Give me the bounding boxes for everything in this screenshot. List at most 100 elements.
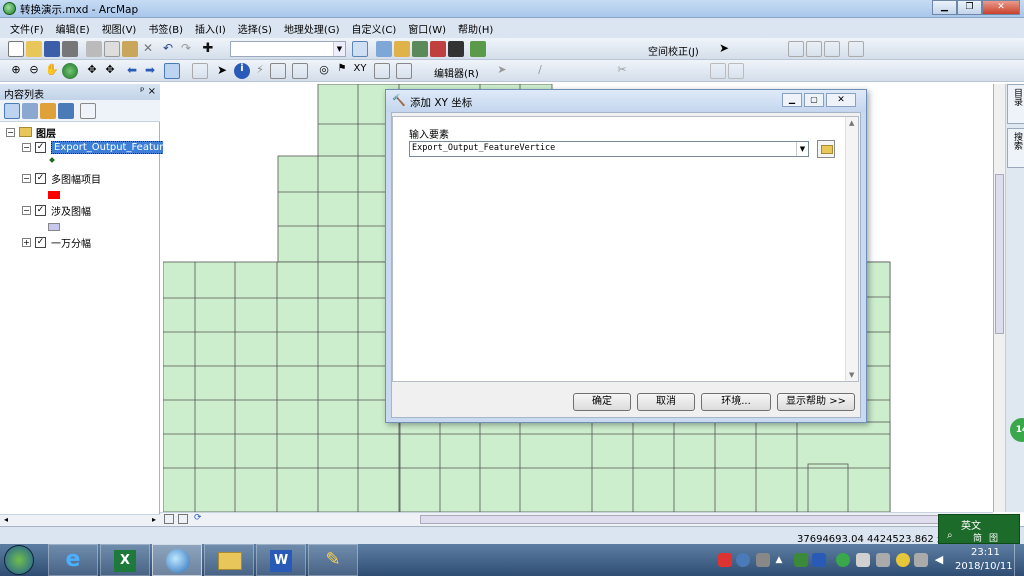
menu-geoprocessing[interactable]: 地理处理(G) <box>278 21 346 36</box>
explorer-taskbar-button[interactable] <box>204 544 254 576</box>
menu-file[interactable]: 文件(F) <box>4 21 50 36</box>
undo-icon[interactable]: ↶ <box>160 41 176 57</box>
menu-edit[interactable]: 编辑(E) <box>50 21 96 36</box>
clock-date[interactable]: 2018/10/11 <box>955 561 1013 572</box>
menu-help[interactable]: 帮助(H) <box>452 21 499 36</box>
hyperlink-icon[interactable]: ⚡ <box>252 63 268 79</box>
scroll-right-icon[interactable]: ▸ <box>152 515 156 524</box>
edit-tool-icon[interactable]: ➤ <box>494 63 510 79</box>
tray-icon-2[interactable] <box>812 553 826 567</box>
network-icon[interactable] <box>914 553 928 567</box>
map-vscrollbar[interactable] <box>994 84 1006 512</box>
find-binoculars-icon[interactable]: ◎ <box>316 63 332 79</box>
dialog-close-button[interactable]: ✕ <box>826 93 856 107</box>
layer-checkbox[interactable]: ✓ <box>35 172 46 184</box>
h-scroll-thumb[interactable] <box>420 515 940 524</box>
restore-button[interactable]: ❐ <box>957 0 982 15</box>
collapse-icon[interactable]: − <box>6 127 15 137</box>
print-icon[interactable] <box>62 41 78 57</box>
paint-taskbar-icon[interactable]: ✎ <box>308 544 358 576</box>
paste-icon[interactable] <box>122 41 138 57</box>
data-view-icon[interactable] <box>178 514 188 524</box>
toc-pin-close[interactable]: ᵖ × <box>140 86 156 97</box>
select-arrow-icon[interactable]: ➤ <box>716 41 732 57</box>
search-tab[interactable]: 搜索 <box>1007 128 1024 168</box>
volume-icon[interactable]: ◀ <box>932 553 946 567</box>
straight-segment-icon[interactable]: ∕ <box>532 63 548 79</box>
ime-tag2[interactable]: 囹 <box>989 531 998 544</box>
menu-customize[interactable]: 自定义(C) <box>346 21 403 36</box>
toc-window-icon[interactable] <box>376 41 392 57</box>
delete-icon[interactable]: ✕ <box>140 41 156 57</box>
grid-icon[interactable] <box>788 41 804 57</box>
zoom-in-icon[interactable]: ⊕ <box>8 63 24 79</box>
usb-tray-icon[interactable] <box>756 553 770 567</box>
sketch-properties-icon[interactable] <box>728 63 744 79</box>
toc-layer-export[interactable]: − ✓ Export_Output_Feature <box>22 139 173 155</box>
editor-menu[interactable]: 编辑器(R) <box>434 65 479 80</box>
chevron-down-icon[interactable]: ▼ <box>796 142 808 156</box>
save-icon[interactable] <box>44 41 60 57</box>
layout-view-icon[interactable] <box>164 514 174 524</box>
list-by-visibility-icon[interactable] <box>40 103 56 119</box>
toc-layer-10k[interactable]: + ✓ 一万分幅 <box>22 234 91 250</box>
toc-layer-involved[interactable]: − ✓ 涉及图幅 <box>22 202 91 218</box>
ime-lang[interactable]: 英文 <box>961 517 981 532</box>
layer-checkbox[interactable]: ✓ <box>35 204 46 216</box>
scroll-thumb[interactable] <box>995 174 1004 334</box>
ie-taskbar-icon[interactable]: e <box>48 544 98 576</box>
cut-icon[interactable] <box>86 41 102 57</box>
time-slider-icon[interactable] <box>374 63 390 79</box>
toc-root[interactable]: − 图层 <box>6 124 56 140</box>
python-window-icon[interactable] <box>448 41 464 57</box>
show-help-button[interactable]: 显示帮助 >> <box>777 393 855 411</box>
grid-2-icon[interactable] <box>806 41 822 57</box>
menu-selection[interactable]: 选择(S) <box>232 21 278 36</box>
create-viewer-icon[interactable] <box>396 63 412 79</box>
grid-3-icon[interactable] <box>824 41 840 57</box>
dialog-minimize-button[interactable]: ▁ <box>782 93 802 107</box>
editor-toolbar-icon[interactable] <box>352 41 368 57</box>
scroll-left-icon[interactable]: ◂ <box>4 515 8 524</box>
shield-icon[interactable] <box>856 553 870 567</box>
back-arrow-icon[interactable]: ⬅ <box>124 63 140 79</box>
full-extent-icon[interactable] <box>62 63 78 79</box>
ime-tray-icon[interactable] <box>718 553 732 567</box>
measure-icon[interactable] <box>292 63 308 79</box>
collapse-icon[interactable]: − <box>22 142 31 152</box>
add-data-icon[interactable]: ✚ <box>200 41 216 57</box>
toc-hscrollbar[interactable]: ◂ ▸ <box>0 514 160 526</box>
fixed-zoom-in-icon[interactable]: ✥ <box>84 63 100 79</box>
list-by-drawing-order-icon[interactable] <box>4 103 20 119</box>
expand-icon[interactable]: + <box>22 237 31 247</box>
start-button[interactable] <box>4 545 34 575</box>
tray-icon-1[interactable] <box>794 553 808 567</box>
search-window-icon[interactable] <box>412 41 428 57</box>
collapse-icon[interactable]: − <box>22 173 31 183</box>
word-taskbar-button[interactable]: W <box>256 544 306 576</box>
toc-layer-multisheet[interactable]: − ✓ 多图幅项目 <box>22 170 101 186</box>
cancel-button[interactable]: 取消 <box>637 393 695 411</box>
select-elements-icon[interactable]: ➤ <box>214 63 230 79</box>
browse-button[interactable] <box>817 140 835 158</box>
layer-checkbox[interactable]: ✓ <box>35 236 46 248</box>
clock-time[interactable]: 23:11 <box>971 547 1000 558</box>
excel-taskbar-button[interactable]: X <box>100 544 150 576</box>
green-badge[interactable]: 14 <box>1010 418 1024 442</box>
ok-button[interactable]: 确定 <box>573 393 631 411</box>
copy-icon[interactable] <box>104 41 120 57</box>
menu-bookmarks[interactable]: 书签(B) <box>142 21 189 36</box>
menu-windows[interactable]: 窗口(W) <box>402 21 452 36</box>
layer-checkbox[interactable]: ✓ <box>35 141 46 153</box>
tray-icon-5[interactable] <box>876 553 890 567</box>
new-document-icon[interactable] <box>8 41 24 57</box>
panel-vscrollbar[interactable]: ▲ ▼ <box>845 117 858 381</box>
tray-icon-6[interactable] <box>896 553 910 567</box>
ime-tag1[interactable]: 简 <box>973 531 982 544</box>
list-by-source-icon[interactable] <box>22 103 38 119</box>
scroll-up-icon[interactable]: ▲ <box>849 119 854 127</box>
identify-icon[interactable]: i <box>234 63 250 79</box>
find-route-icon[interactable]: ⚑ <box>334 63 350 79</box>
list-by-selection-icon[interactable] <box>58 103 74 119</box>
input-features-combo[interactable]: Export_Output_FeatureVertice ▼ <box>409 141 809 157</box>
